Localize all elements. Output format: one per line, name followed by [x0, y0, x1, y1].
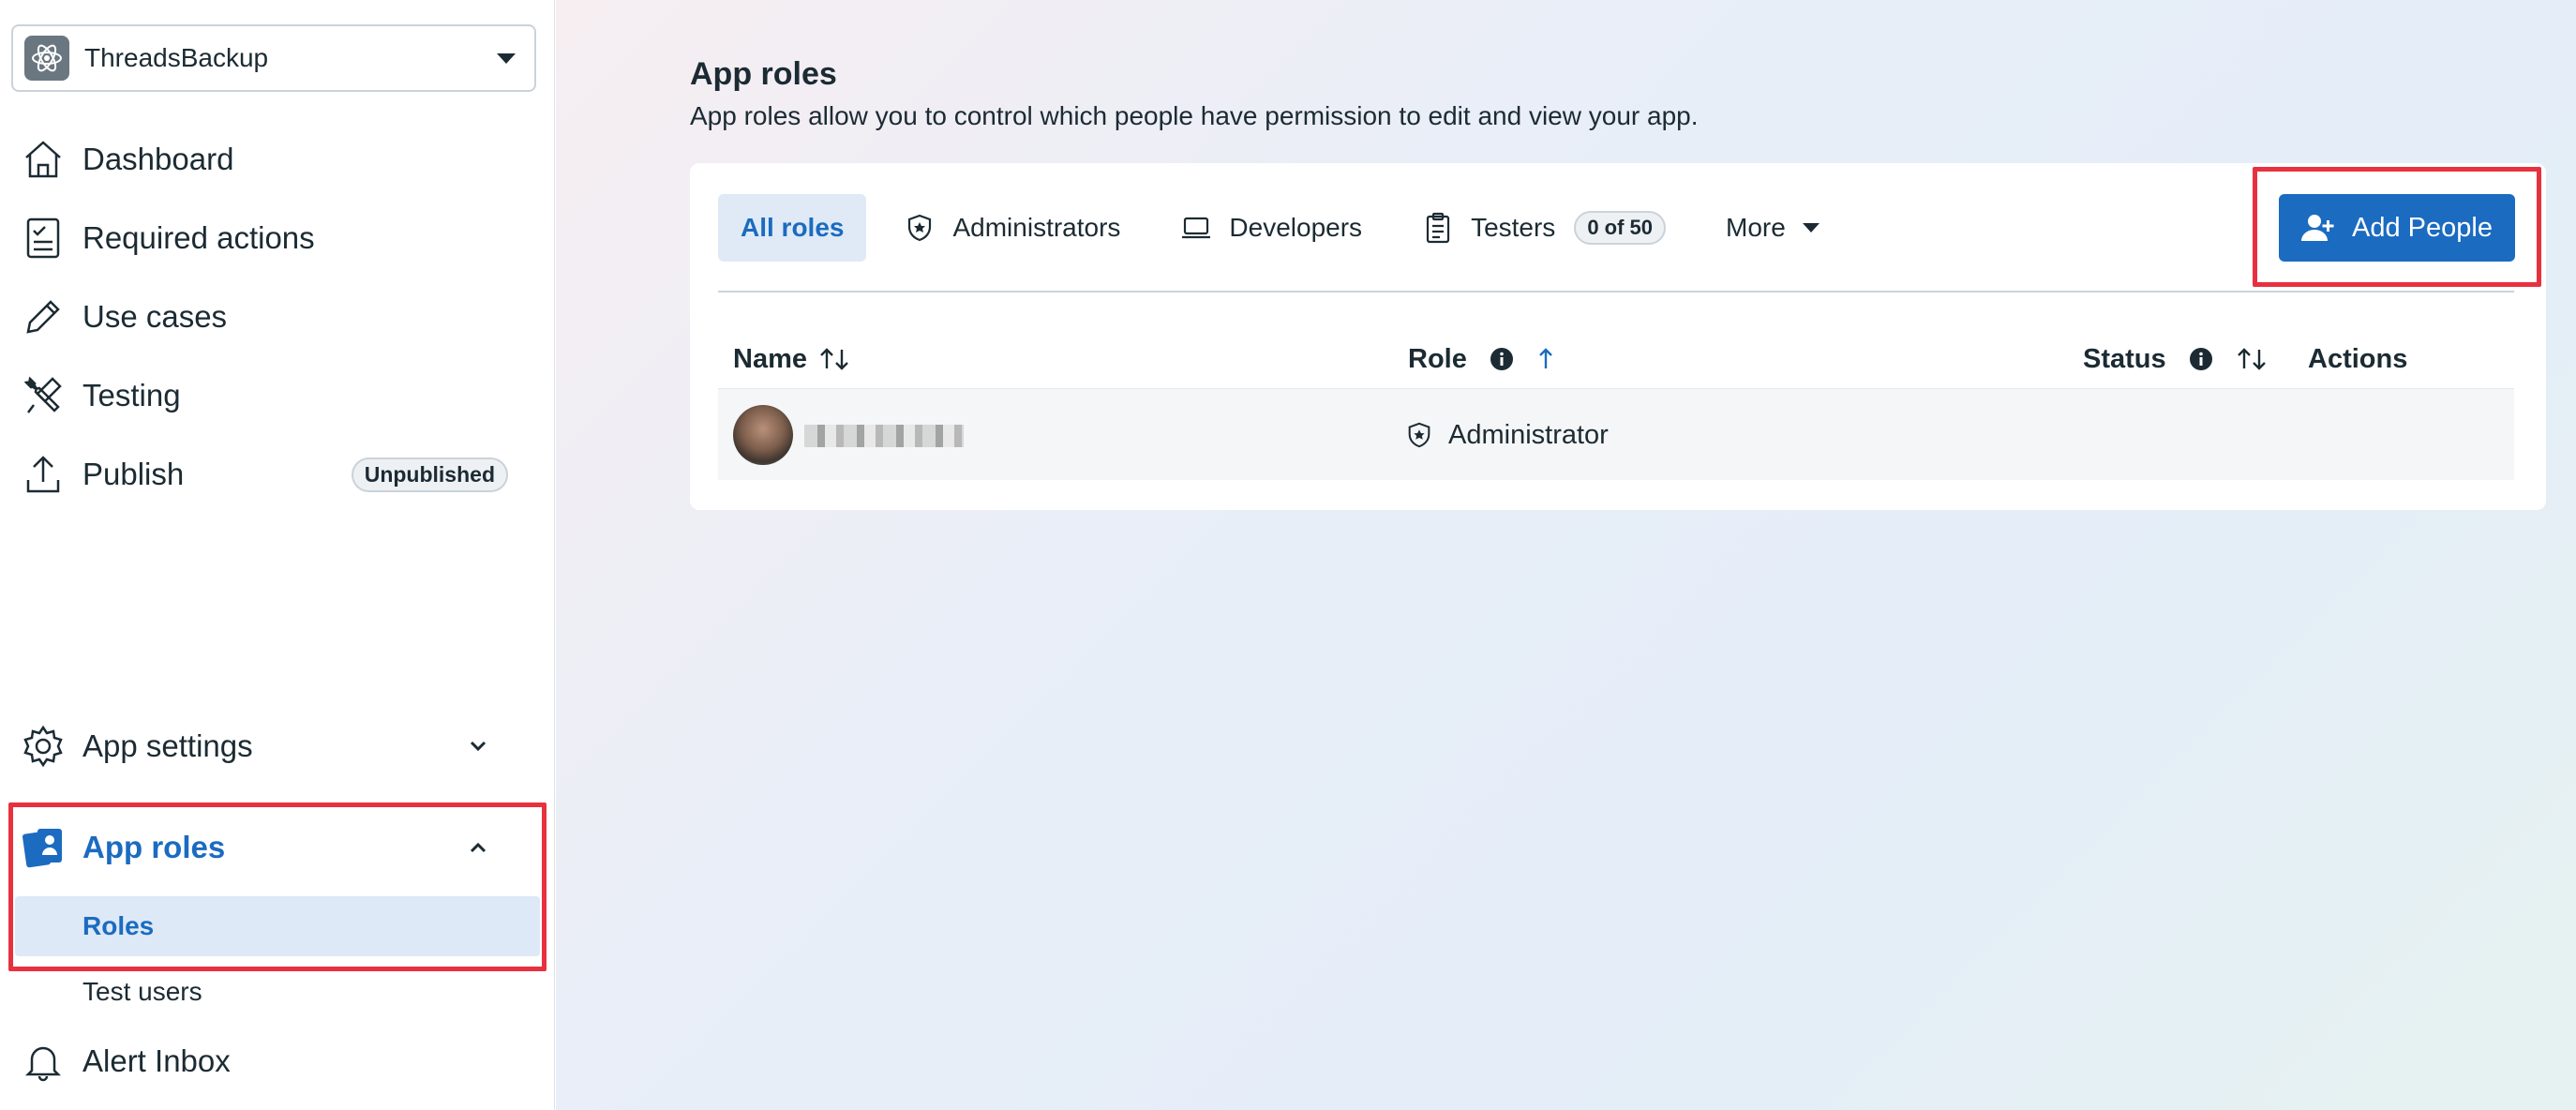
nav-publish[interactable]: Publish Unpublished	[19, 444, 525, 504]
add-user-icon	[2301, 213, 2335, 243]
column-header-actions: Actions	[2308, 343, 2408, 374]
role-cell: Administrator	[1405, 415, 1609, 455]
caret-down-icon	[1802, 223, 1820, 232]
nav-label: Use cases	[82, 299, 228, 334]
sort-ascending-icon[interactable]	[1536, 346, 1555, 372]
roles-card: All roles Administrators Developers Test…	[690, 163, 2546, 510]
nav-use-cases[interactable]: Use cases	[19, 287, 525, 347]
column-header-role[interactable]: Role	[1408, 338, 1555, 381]
tab-developers[interactable]: Developers	[1158, 194, 1385, 262]
tab-label: More	[1726, 213, 1786, 242]
nav-label: Required actions	[82, 220, 315, 255]
app-name: ThreadsBackup	[84, 43, 269, 72]
nav-dashboard[interactable]: Dashboard	[19, 129, 525, 189]
table-row[interactable]: Administrator	[718, 388, 2514, 480]
nav-app-settings[interactable]: App settings	[19, 716, 525, 776]
tab-label: Testers	[1471, 213, 1556, 242]
nav-testing[interactable]: Testing	[19, 366, 525, 426]
sub-item-test-users[interactable]: Test users	[15, 962, 540, 1022]
tab-administrators[interactable]: Administrators	[881, 194, 1143, 262]
shield-star-icon	[904, 212, 936, 244]
add-people-button[interactable]: Add People	[2279, 194, 2515, 262]
tab-label: Developers	[1229, 213, 1363, 242]
tab-label: Administrators	[952, 213, 1121, 242]
tools-icon	[19, 371, 67, 420]
avatar	[733, 405, 793, 465]
app-switcher[interactable]: ThreadsBackup	[11, 24, 536, 92]
chevron-up-icon[interactable]	[459, 829, 497, 866]
add-people-label: Add People	[2352, 212, 2493, 243]
nav-alert-inbox[interactable]: Alert Inbox	[19, 1031, 525, 1091]
clipboard-icon	[1422, 212, 1454, 244]
role-tabs: All roles Administrators Developers Test…	[718, 194, 1857, 262]
nav-label: Dashboard	[82, 142, 234, 176]
app-roles-icon	[19, 823, 67, 872]
tab-all-roles[interactable]: All roles	[718, 194, 867, 262]
nav-app-roles[interactable]: App roles	[19, 818, 525, 878]
column-header-status[interactable]: Status	[2083, 338, 2268, 381]
page-title: App roles	[690, 56, 837, 92]
info-icon[interactable]	[2189, 347, 2213, 371]
nav-required-actions[interactable]: Required actions	[19, 208, 525, 268]
upload-icon	[19, 450, 67, 499]
nav-label: Testing	[82, 378, 181, 412]
tab-more[interactable]: More	[1703, 194, 1842, 262]
tab-testers[interactable]: Testers 0 of 50	[1400, 194, 1688, 262]
info-icon[interactable]	[1490, 347, 1514, 371]
tab-divider	[718, 291, 2514, 292]
sort-icon[interactable]	[2236, 346, 2268, 372]
bell-icon	[19, 1037, 67, 1086]
main-content: App roles App roles allow you to control…	[556, 0, 2576, 1110]
user-name-redacted	[804, 425, 964, 447]
checklist-icon	[19, 214, 67, 262]
nav-label: App roles	[82, 830, 226, 864]
page-description: App roles allow you to control which peo…	[690, 101, 1699, 130]
laptop-icon	[1180, 212, 1212, 244]
shield-star-icon	[1405, 421, 1433, 449]
nav-label: Alert Inbox	[82, 1043, 231, 1078]
nav-label: Publish	[82, 457, 185, 491]
home-icon	[19, 135, 67, 184]
unpublished-badge: Unpublished	[351, 457, 508, 492]
nav-label: App settings	[82, 728, 253, 763]
column-header-name[interactable]: Name	[733, 338, 850, 381]
sidebar: ThreadsBackup Dashboard Required actions…	[0, 0, 555, 1110]
app-logo-icon	[24, 36, 69, 81]
tab-label: All roles	[741, 213, 845, 242]
sort-icon[interactable]	[818, 346, 850, 372]
gear-icon	[19, 722, 67, 771]
testers-count-badge: 0 of 50	[1574, 211, 1667, 245]
pencil-icon	[19, 292, 67, 341]
sub-item-roles[interactable]: Roles	[15, 896, 540, 956]
chevron-down-icon[interactable]	[459, 728, 497, 765]
caret-down-icon	[497, 52, 516, 64]
role-label: Administrator	[1448, 419, 1609, 450]
